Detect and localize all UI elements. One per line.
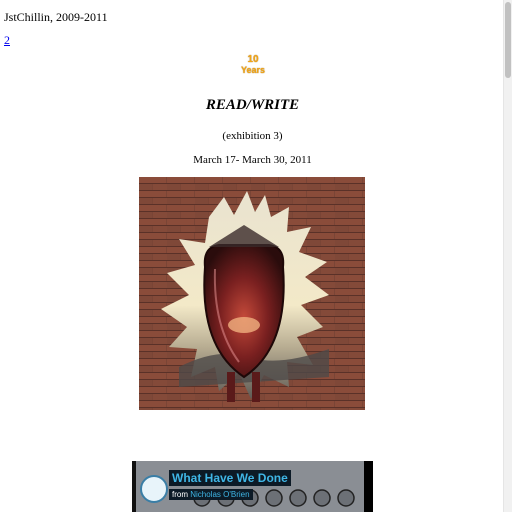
exhibition-title: READ/WRITE	[205, 97, 300, 113]
video-by-prefix: from	[172, 490, 188, 499]
badge-number: 10	[247, 54, 259, 65]
badge-word: Years	[240, 65, 266, 75]
site-title: JstChillin, 2009-2011	[4, 10, 108, 24]
exhibition-artwork	[139, 177, 365, 410]
video-thumbnail	[132, 461, 373, 512]
exhibition-subtitle: (exhibition 3)	[222, 130, 283, 142]
video-byline: from Nicholas O'Brien	[169, 489, 253, 500]
exhibition-dates: March 17- March 30, 2011	[193, 154, 312, 166]
video-author[interactable]: Nicholas O'Brien	[190, 490, 249, 499]
page-link[interactable]: 2	[4, 33, 10, 48]
page: JstChillin, 2009-2011 2 10 Years READ/WR…	[0, 0, 512, 512]
video-title[interactable]: What Have We Done	[169, 470, 291, 486]
vertical-scrollbar[interactable]	[503, 0, 512, 512]
ten-years-badge[interactable]: 10 Years	[231, 55, 275, 79]
video-embed[interactable]: What Have We Done from Nicholas O'Brien	[132, 461, 373, 512]
scrollbar-thumb[interactable]	[505, 2, 511, 78]
